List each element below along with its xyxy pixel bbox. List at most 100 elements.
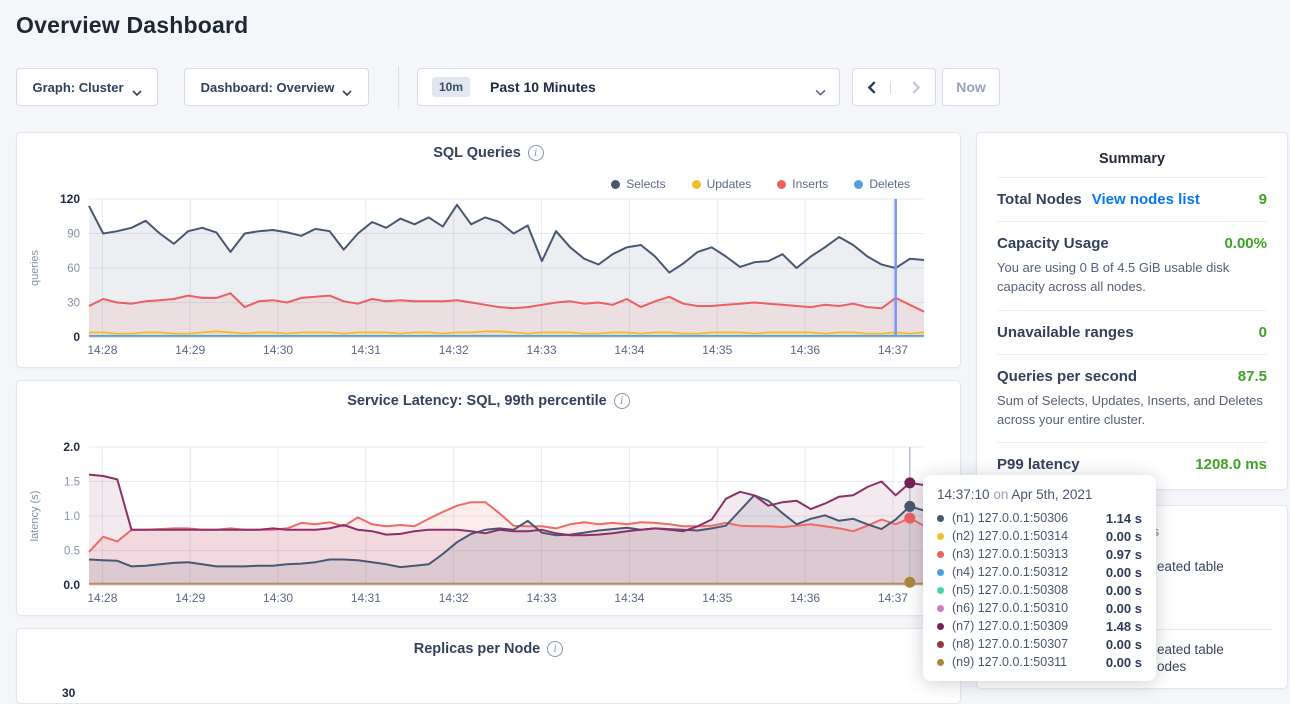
event-item-fragment[interactable]: odes <box>1157 659 1186 674</box>
svg-text:2.0: 2.0 <box>63 440 80 454</box>
svg-text:14:33: 14:33 <box>527 591 557 605</box>
svg-text:queries: queries <box>29 249 41 286</box>
time-range-badge: 10m <box>432 77 470 97</box>
total-nodes-value: 9 <box>1259 191 1267 208</box>
svg-text:14:32: 14:32 <box>439 591 469 605</box>
chevron-down-icon <box>342 84 352 90</box>
svg-text:latency (s): latency (s) <box>29 491 41 542</box>
event-item-fragment[interactable]: eated table <box>1157 642 1224 657</box>
node-color-dot-icon <box>937 587 944 594</box>
svg-text:14:31: 14:31 <box>351 343 381 357</box>
tooltip-row: (n4) 127.0.0.1:503120.00 s <box>937 563 1142 581</box>
unavailable-ranges-value: 0 <box>1259 324 1267 341</box>
svg-text:14:32: 14:32 <box>439 343 469 357</box>
tooltip-row: (n8) 127.0.0.1:503070.00 s <box>937 635 1142 653</box>
svg-text:14:30: 14:30 <box>263 343 293 357</box>
replicas-per-node-card: Replicas per Node i 30 <box>16 628 961 704</box>
svg-text:1.5: 1.5 <box>64 477 80 489</box>
node-color-dot-icon <box>937 569 944 576</box>
node-color-dot-icon <box>937 533 944 540</box>
controls-divider <box>398 66 399 108</box>
node-color-dot-icon <box>937 623 944 630</box>
queries-per-second-value: 87.5 <box>1238 368 1267 385</box>
node-color-dot-icon <box>937 659 944 666</box>
capacity-usage-label: Capacity Usage <box>997 235 1109 252</box>
node-color-dot-icon <box>937 551 944 558</box>
capacity-usage-value: 0.00% <box>1224 235 1267 252</box>
queries-per-second-description: Sum of Selects, Updates, Inserts, and De… <box>997 392 1267 430</box>
capacity-usage-stat: Capacity Usage 0.00% You are using 0 B o… <box>997 221 1267 310</box>
p99-latency-value: 1208.0 ms <box>1195 456 1267 473</box>
svg-text:14:31: 14:31 <box>351 591 381 605</box>
svg-text:30: 30 <box>67 298 80 310</box>
chevron-down-icon <box>132 84 142 90</box>
sql-queries-title: SQL Queries <box>433 145 521 161</box>
graph-dropdown[interactable]: Graph: Cluster <box>16 68 158 106</box>
tooltip-row: (n3) 127.0.0.1:503130.97 s <box>937 545 1142 563</box>
svg-text:14:37: 14:37 <box>878 343 908 357</box>
svg-text:14:35: 14:35 <box>702 343 732 357</box>
p99-latency-label: P99 latency <box>997 456 1080 473</box>
sql-queries-chart[interactable]: 030609012014:2814:2914:3014:3114:3214:33… <box>25 187 952 361</box>
info-icon[interactable]: i <box>528 145 544 161</box>
replicas-axis-partial-tick: 30 <box>62 686 75 700</box>
capacity-usage-description: You are using 0 B of 4.5 GiB usable disk… <box>997 259 1267 297</box>
svg-text:90: 90 <box>67 229 80 241</box>
svg-text:14:28: 14:28 <box>87 343 117 357</box>
time-range-picker[interactable]: 10m Past 10 Minutes <box>417 68 840 106</box>
dashboard-dropdown-label: Dashboard: Overview <box>201 80 335 95</box>
svg-text:14:29: 14:29 <box>175 591 205 605</box>
time-prev-button[interactable] <box>853 81 891 94</box>
page-title: Overview Dashboard <box>16 12 248 39</box>
view-nodes-list-link[interactable]: View nodes list <box>1092 191 1200 208</box>
svg-text:14:37: 14:37 <box>878 591 908 605</box>
svg-text:120: 120 <box>60 192 80 206</box>
tooltip-row: (n9) 127.0.0.1:503110.00 s <box>937 653 1142 671</box>
tooltip-row: (n2) 127.0.0.1:503140.00 s <box>937 527 1142 545</box>
info-icon[interactable]: i <box>547 641 563 657</box>
replicas-per-node-title: Replicas per Node <box>414 641 541 657</box>
service-latency-chart[interactable]: 0.0 0.5 1.0 1.5 2.0 14:28 14:29 14:30 14:31 14:32… <box>25 435 952 609</box>
time-range-label: Past 10 Minutes <box>490 79 596 95</box>
chevron-down-icon <box>815 84 825 90</box>
total-nodes-stat: Total Nodes View nodes list 9 <box>997 177 1267 221</box>
service-latency-card: Service Latency: SQL, 99th percentile i … <box>16 380 961 616</box>
tooltip-row: (n5) 127.0.0.1:503080.00 s <box>937 581 1142 599</box>
unavailable-ranges-stat: Unavailable ranges 0 <box>997 310 1267 354</box>
svg-text:0: 0 <box>73 330 80 344</box>
svg-text:0.0: 0.0 <box>63 578 80 592</box>
summary-panel: Summary Total Nodes View nodes list 9 Ca… <box>976 132 1288 490</box>
svg-text:14:36: 14:36 <box>790 591 820 605</box>
unavailable-ranges-label: Unavailable ranges <box>997 324 1134 341</box>
tooltip-row: (n7) 127.0.0.1:503091.48 s <box>937 617 1142 635</box>
event-item-fragment[interactable]: eated table <box>1157 559 1224 574</box>
svg-text:60: 60 <box>67 263 80 275</box>
svg-text:14:35: 14:35 <box>702 591 732 605</box>
chart-hover-tooltip: 14:37:10 on Apr 5th, 2021 (n1) 127.0.0.1… <box>923 475 1156 681</box>
tooltip-timestamp: 14:37:10 on Apr 5th, 2021 <box>937 487 1142 502</box>
svg-text:14:36: 14:36 <box>790 343 820 357</box>
svg-text:14:28: 14:28 <box>87 591 117 605</box>
svg-text:1.0: 1.0 <box>64 511 80 523</box>
queries-per-second-stat: Queries per second 87.5 Sum of Selects, … <box>997 354 1267 443</box>
sql-queries-card: SQL Queries i Selects Updates Inserts De… <box>16 132 961 368</box>
now-button[interactable]: Now <box>942 68 1000 106</box>
tooltip-row: (n1) 127.0.0.1:503061.14 s <box>937 509 1142 527</box>
node-color-dot-icon <box>937 515 944 522</box>
queries-per-second-label: Queries per second <box>997 368 1137 385</box>
svg-text:14:34: 14:34 <box>614 591 644 605</box>
svg-text:14:30: 14:30 <box>263 591 293 605</box>
node-color-dot-icon <box>937 605 944 612</box>
info-icon[interactable]: i <box>614 393 630 409</box>
svg-text:14:29: 14:29 <box>175 343 205 357</box>
total-nodes-label: Total Nodes <box>997 191 1082 208</box>
time-step-buttons <box>852 68 936 106</box>
graph-dropdown-label: Graph: Cluster <box>32 80 123 95</box>
node-color-dot-icon <box>937 641 944 648</box>
svg-text:14:34: 14:34 <box>614 343 644 357</box>
time-next-button[interactable] <box>899 81 936 94</box>
summary-title: Summary <box>997 147 1267 177</box>
dashboard-dropdown[interactable]: Dashboard: Overview <box>184 68 369 106</box>
svg-text:0.5: 0.5 <box>64 546 80 558</box>
service-latency-title: Service Latency: SQL, 99th percentile <box>347 393 607 409</box>
